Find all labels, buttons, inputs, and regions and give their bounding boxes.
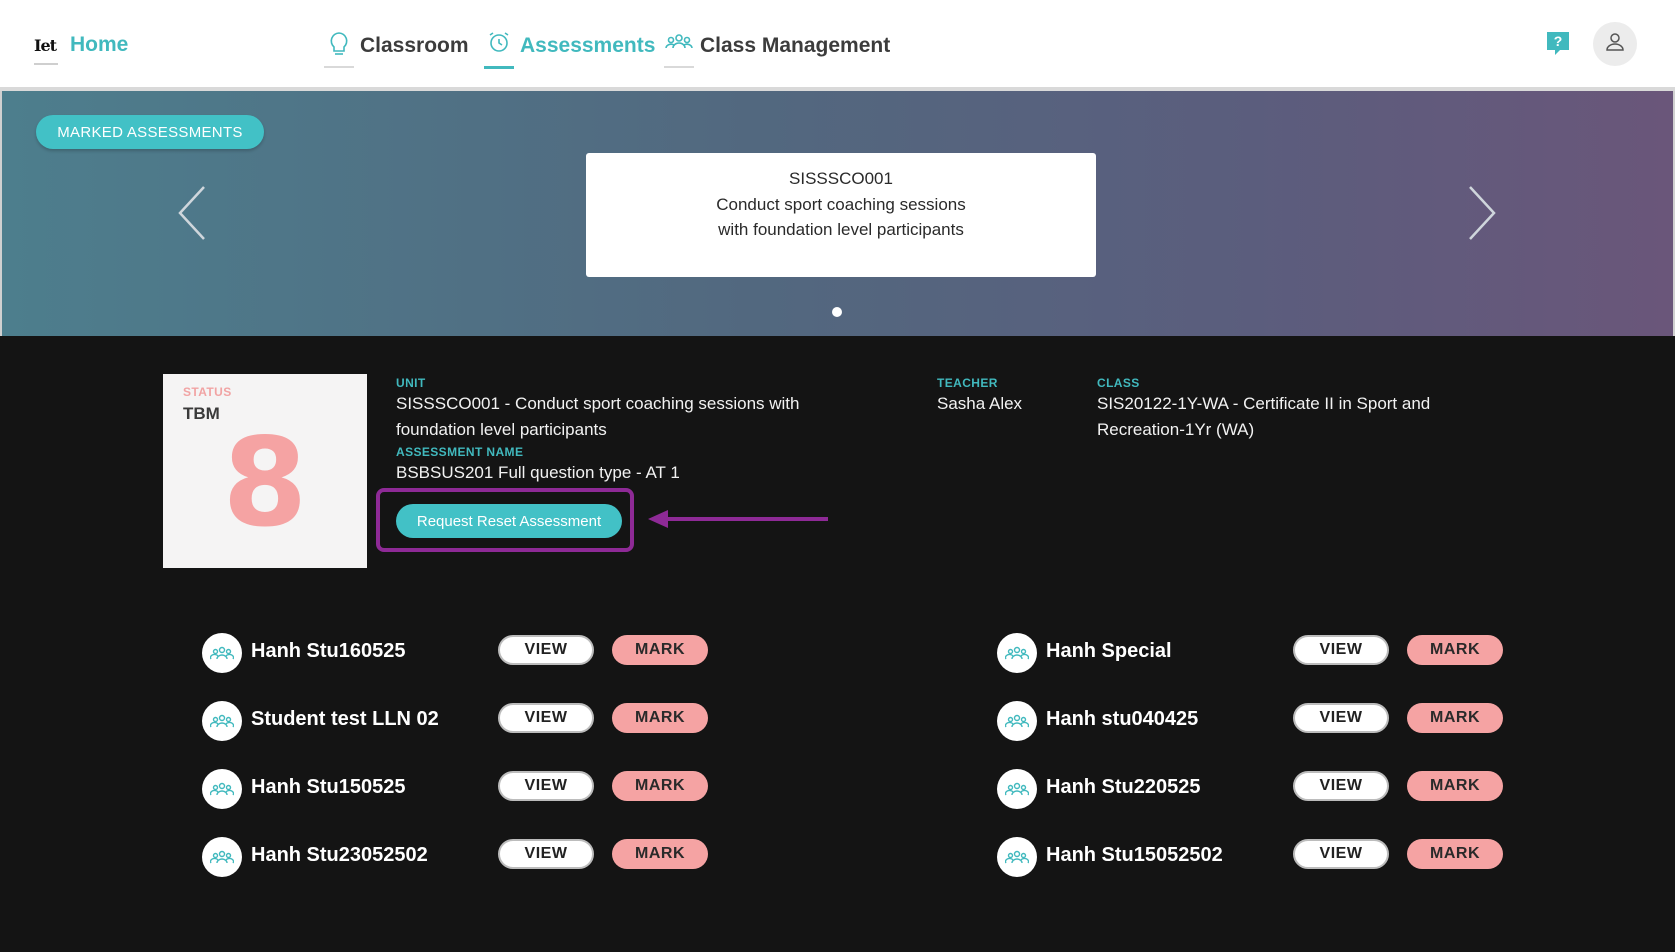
unit-value: SISSSCO001 - Conduct sport coaching sess…: [396, 394, 800, 439]
student-name: Hanh Stu23052502: [251, 844, 428, 866]
teacher-value: Sasha Alex: [937, 394, 1023, 413]
student-group-icon: [202, 701, 242, 741]
student-group-icon: [202, 837, 242, 877]
student-row: Hanh Stu160525 VIEW MARK: [202, 633, 762, 673]
top-navigation: Iet Home Classroom Assessments Class Man…: [0, 0, 1675, 91]
student-name: Hanh Stu15052502: [1046, 844, 1223, 866]
view-button[interactable]: VIEW: [498, 703, 594, 733]
student-group-icon: [997, 633, 1037, 673]
view-button[interactable]: VIEW: [1293, 703, 1389, 733]
student-row: Hanh Special VIEW MARK: [997, 633, 1557, 673]
request-reset-assessment-button[interactable]: Request Reset Assessment: [396, 504, 622, 538]
class-value: SIS20122-1Y-WA - Certificate II in Sport…: [1097, 394, 1431, 439]
student-row: Hanh Stu150525 VIEW MARK: [202, 769, 762, 809]
user-avatar[interactable]: [1593, 22, 1637, 66]
alarm-clock-icon: [484, 30, 514, 69]
carousel-unit-code: SISSSCO001: [789, 169, 893, 188]
student-name: Hanh Special: [1046, 640, 1172, 662]
status-count: 8: [222, 412, 308, 554]
help-question-icon[interactable]: ?: [1545, 30, 1571, 56]
status-label: STATUS: [183, 385, 232, 399]
carousel-indicator-dot[interactable]: [832, 307, 842, 317]
assessment-name-value: BSBSUS201 Full question type - AT 1: [396, 463, 680, 482]
assessment-name-label: ASSESSMENT NAME: [396, 445, 524, 459]
callout-arrow-icon: [648, 508, 828, 530]
user-icon: [1604, 31, 1626, 58]
student-name: Hanh Stu220525: [1046, 776, 1201, 798]
nav-tab-classroom[interactable]: Classroom: [324, 30, 469, 70]
nav-tab-assessments[interactable]: Assessments: [484, 30, 655, 70]
marked-assessments-button[interactable]: MARKED ASSESSMENTS: [36, 115, 264, 149]
student-group-icon: [202, 769, 242, 809]
mark-button[interactable]: MARK: [1407, 839, 1503, 869]
mark-button[interactable]: MARK: [1407, 771, 1503, 801]
unit-label: UNIT: [396, 376, 426, 390]
status-card: STATUS TBM 8: [163, 374, 367, 568]
nav-tab-label: Classroom: [360, 34, 469, 57]
class-label: CLASS: [1097, 376, 1140, 390]
view-button[interactable]: VIEW: [498, 771, 594, 801]
assessment-detail-panel: STATUS TBM 8 UNIT SISSSCO001 - Conduct s…: [0, 336, 1675, 952]
view-button[interactable]: VIEW: [1293, 771, 1389, 801]
mark-button[interactable]: MARK: [1407, 703, 1503, 733]
carousel-prev-arrow-icon[interactable]: [174, 183, 214, 243]
student-name: Hanh Stu150525: [251, 776, 406, 798]
carousel-next-arrow-icon[interactable]: [1460, 183, 1500, 243]
brand-logo[interactable]: Iet: [34, 36, 59, 65]
nav-home-link[interactable]: Home: [70, 33, 128, 57]
svg-text:?: ?: [1554, 33, 1563, 49]
teacher-label: TEACHER: [937, 376, 998, 390]
carousel-unit-description: Conduct sport coaching sessions with fou…: [716, 194, 966, 240]
student-name: Hanh stu040425: [1046, 708, 1199, 730]
nav-tab-class-management[interactable]: Class Management: [664, 30, 890, 70]
student-group-icon: [997, 837, 1037, 877]
student-name: Student test LLN 02: [251, 708, 439, 730]
lightbulb-icon: [324, 30, 354, 68]
nav-tab-label: Assessments: [520, 34, 656, 57]
student-row: Hanh stu040425 VIEW MARK: [997, 701, 1557, 741]
mark-button[interactable]: MARK: [612, 839, 708, 869]
view-button[interactable]: VIEW: [498, 839, 594, 869]
nav-tab-label: Class Management: [700, 34, 891, 57]
view-button[interactable]: VIEW: [498, 635, 594, 665]
view-button[interactable]: VIEW: [1293, 635, 1389, 665]
mark-button[interactable]: MARK: [612, 771, 708, 801]
mark-button[interactable]: MARK: [612, 703, 708, 733]
mark-button[interactable]: MARK: [1407, 635, 1503, 665]
student-row: Hanh Stu220525 VIEW MARK: [997, 769, 1557, 809]
view-button[interactable]: VIEW: [1293, 839, 1389, 869]
users-group-icon: [664, 30, 694, 68]
student-row: Hanh Stu23052502 VIEW MARK: [202, 837, 762, 877]
student-row: Student test LLN 02 VIEW MARK: [202, 701, 762, 741]
carousel-unit-card[interactable]: SISSSCO001 Conduct sport coaching sessio…: [586, 153, 1096, 277]
student-group-icon: [202, 633, 242, 673]
student-name: Hanh Stu160525: [251, 640, 406, 662]
student-group-icon: [997, 701, 1037, 741]
student-group-icon: [997, 769, 1037, 809]
mark-button[interactable]: MARK: [612, 635, 708, 665]
assessment-carousel-banner: MARKED ASSESSMENTS SISSSCO001 Conduct sp…: [0, 91, 1675, 336]
student-row: Hanh Stu15052502 VIEW MARK: [997, 837, 1557, 877]
